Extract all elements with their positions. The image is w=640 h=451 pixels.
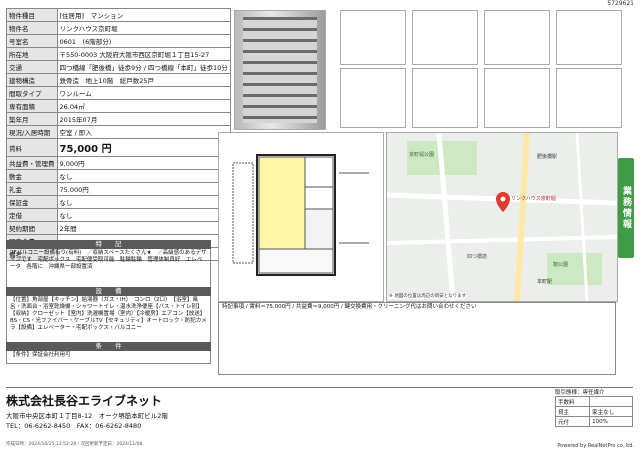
fee-cell: 元付 xyxy=(554,416,591,427)
photo-slot xyxy=(412,10,478,65)
company-name: 株式会社長谷エライブネット xyxy=(6,394,163,408)
photo-slot xyxy=(556,68,622,128)
spec-label: 共益費・管理費 xyxy=(6,156,58,170)
spec-value: なし xyxy=(56,195,231,209)
spec-label: 契約期間 xyxy=(6,221,58,235)
property-spec-table: 物件種目 [住居用] マンション 物件名 リンクハウス京町堀 号室名 0601 (6階部分… xyxy=(6,8,231,261)
fee-row: 手数料 xyxy=(554,396,633,407)
spec-label: 建物構造 xyxy=(6,73,58,87)
map-label: 肥後橋駅 xyxy=(537,154,558,160)
spec-value: 75,000円 xyxy=(56,182,231,196)
spec-value: 四つ橋線「肥後橋」徒歩9分 / 四つ橋線「本町」徒歩10分 xyxy=(56,60,231,74)
spec-label: 物件種目 xyxy=(6,8,58,22)
spec-row: 物件名 リンクハウス京町堀 xyxy=(6,21,231,35)
map-label: 京町堀公園 xyxy=(409,152,435,158)
map-label: 靭公園 xyxy=(553,262,569,268)
spec-label: 専有面積 xyxy=(6,99,58,113)
floor-plan xyxy=(218,132,384,302)
spec-row: 共益費・管理費 9,000円 xyxy=(6,156,231,170)
fee-cell xyxy=(589,396,633,407)
photo-slot xyxy=(484,68,550,128)
fee-title: 取引態様：専任媒介 xyxy=(555,390,605,396)
spec-row: 号室名 0601 (6階部分) xyxy=(6,34,231,48)
spec-value: リンクハウス京町堀 xyxy=(56,21,231,35)
updated-line: 作成日時：2024/10/25 13:52:28 / 次回更新予定日：2024/… xyxy=(6,442,143,447)
spec-value: ワンルーム xyxy=(56,86,231,100)
photo-slot xyxy=(556,10,622,65)
fee-cell: 家主なし xyxy=(589,406,633,417)
spec-label: 築年月 xyxy=(6,112,58,126)
spec-row: 専有面積 26.04㎡ xyxy=(6,99,231,113)
company-block: 株式会社長谷エライブネット 大阪市中央区本町１丁目8-12 オーク堺筋本町ビル2… xyxy=(6,392,426,430)
business-info-button[interactable]: 業務情報 xyxy=(618,158,634,258)
spec-label: 敷金 xyxy=(6,169,58,183)
fee-cell: 100% xyxy=(589,416,633,427)
photo-slot xyxy=(484,10,550,65)
photo-slot xyxy=(340,10,406,65)
spec-value: 26.04㎡ xyxy=(56,99,231,113)
setsubi-text: 【位置】角部屋【キッチン】給湯器（ガス・IH） コンロ（2口） 【浴室】風呂・洗… xyxy=(6,296,211,342)
spec-label: 賃料 xyxy=(6,138,58,157)
spec-value: なし xyxy=(56,169,231,183)
map-label: リンクハウス京町堀 xyxy=(511,196,556,202)
map-label: 四つ橋筋 xyxy=(467,254,488,260)
spec-row: 賃料 75,000 円 xyxy=(6,138,231,157)
company-address: 大阪市中央区本町１丁目8-12 オーク堺筋本町ビル2階 xyxy=(6,412,168,420)
spec-value: 9,000円 xyxy=(56,156,231,170)
spec-label: 定借 xyxy=(6,208,58,222)
spec-label: 間取タイプ xyxy=(6,86,58,100)
fee-row: 元付 100% xyxy=(554,416,633,427)
spec-row: 契約期間 2年間 xyxy=(6,221,231,235)
spec-label: 現況/入居時期 xyxy=(6,125,58,139)
spec-value: 〒550-0003 大阪府大阪市西区京町堀１丁目15-27 xyxy=(56,47,231,61)
document-id: 5729621 xyxy=(607,0,634,7)
spec-value: 空室 / 即入 xyxy=(56,125,231,139)
spec-label: 交通 xyxy=(6,60,58,74)
spec-row: 定借 なし xyxy=(6,208,231,222)
company-contact: TEL：06-6262-8450 FAX：06-6262-8480 xyxy=(6,422,142,430)
photo-slot xyxy=(412,68,478,128)
tokki-text: 2Fバルコニー設備有り(有料) ／収納スペースたくさん★ ／高級感のあるデザイン… xyxy=(6,249,211,287)
area-map[interactable]: 京町堀公園 リンクハウス京町堀 肥後橋駅 本町駅 四つ橋筋 靭公園 ※ 地図の位… xyxy=(386,132,618,302)
spec-label: 礼金 xyxy=(6,182,58,196)
tokki-header: 特 記 xyxy=(6,240,211,249)
remarks-box: 特記事項 / 賃料＝75,000円 / 共益費＝9,000円 / 鍵交換費用・ク… xyxy=(218,302,616,375)
spec-row: 物件種目 [住居用] マンション xyxy=(6,8,231,22)
spec-row: 間取タイプ ワンルーム xyxy=(6,86,231,100)
tokki-section: 特 記 2Fバルコニー設備有り(有料) ／収納スペースたくさん★ ／高級感のある… xyxy=(6,240,211,364)
spec-row: 築年月 2015年07月 xyxy=(6,112,231,126)
spec-label: 物件名 xyxy=(6,21,58,35)
fee-cell: 貸主 xyxy=(554,406,591,417)
setsubi-header: 設 備 xyxy=(6,287,211,296)
spec-label: 号室名 xyxy=(6,34,58,48)
jouken-text: 【条件】保証会社利用可 xyxy=(6,351,211,364)
spec-value: 鉄骨造 地上10階 総戸数25戸 xyxy=(56,73,231,87)
map-note: ※ 地図の位置は周辺の目安となります xyxy=(389,293,467,299)
building-photo xyxy=(234,10,326,130)
spec-row: 所在地 〒550-0003 大阪府大阪市西区京町堀１丁目15-27 xyxy=(6,47,231,61)
spec-label: 保証金 xyxy=(6,195,58,209)
spec-row: 建物構造 鉄骨造 地上10階 総戸数25戸 xyxy=(6,73,231,87)
spec-row: 敷金 なし xyxy=(6,169,231,183)
spec-value: 2年間 xyxy=(56,221,231,235)
fee-cell: 手数料 xyxy=(554,396,591,407)
spec-row: 保証金 なし xyxy=(6,195,231,209)
map-label: 本町駅 xyxy=(537,279,553,285)
fee-table: 手数料 貸主 家主なし 元付 100% xyxy=(554,396,633,427)
spec-value: 0601 (6階部分) xyxy=(56,34,231,48)
spec-value: 75,000 円 xyxy=(56,138,231,157)
spec-row: 礼金 75,000円 xyxy=(6,182,231,196)
jouken-header: 条 件 xyxy=(6,342,211,351)
spec-value: なし xyxy=(56,208,231,222)
spec-value: 2015年07月 xyxy=(56,112,231,126)
fee-row: 貸主 家主なし xyxy=(554,406,633,417)
photo-slot xyxy=(340,68,406,128)
footer: Powered by RealNetPro co.,ltd. xyxy=(557,443,634,449)
spec-label: 所在地 xyxy=(6,47,58,61)
spec-row: 現況/入居時期 空室 / 即入 xyxy=(6,125,231,139)
spec-row: 交通 四つ橋線「肥後橋」徒歩9分 / 四つ橋線「本町」徒歩10分 xyxy=(6,60,231,74)
spec-value: [住居用] マンション xyxy=(56,8,231,22)
